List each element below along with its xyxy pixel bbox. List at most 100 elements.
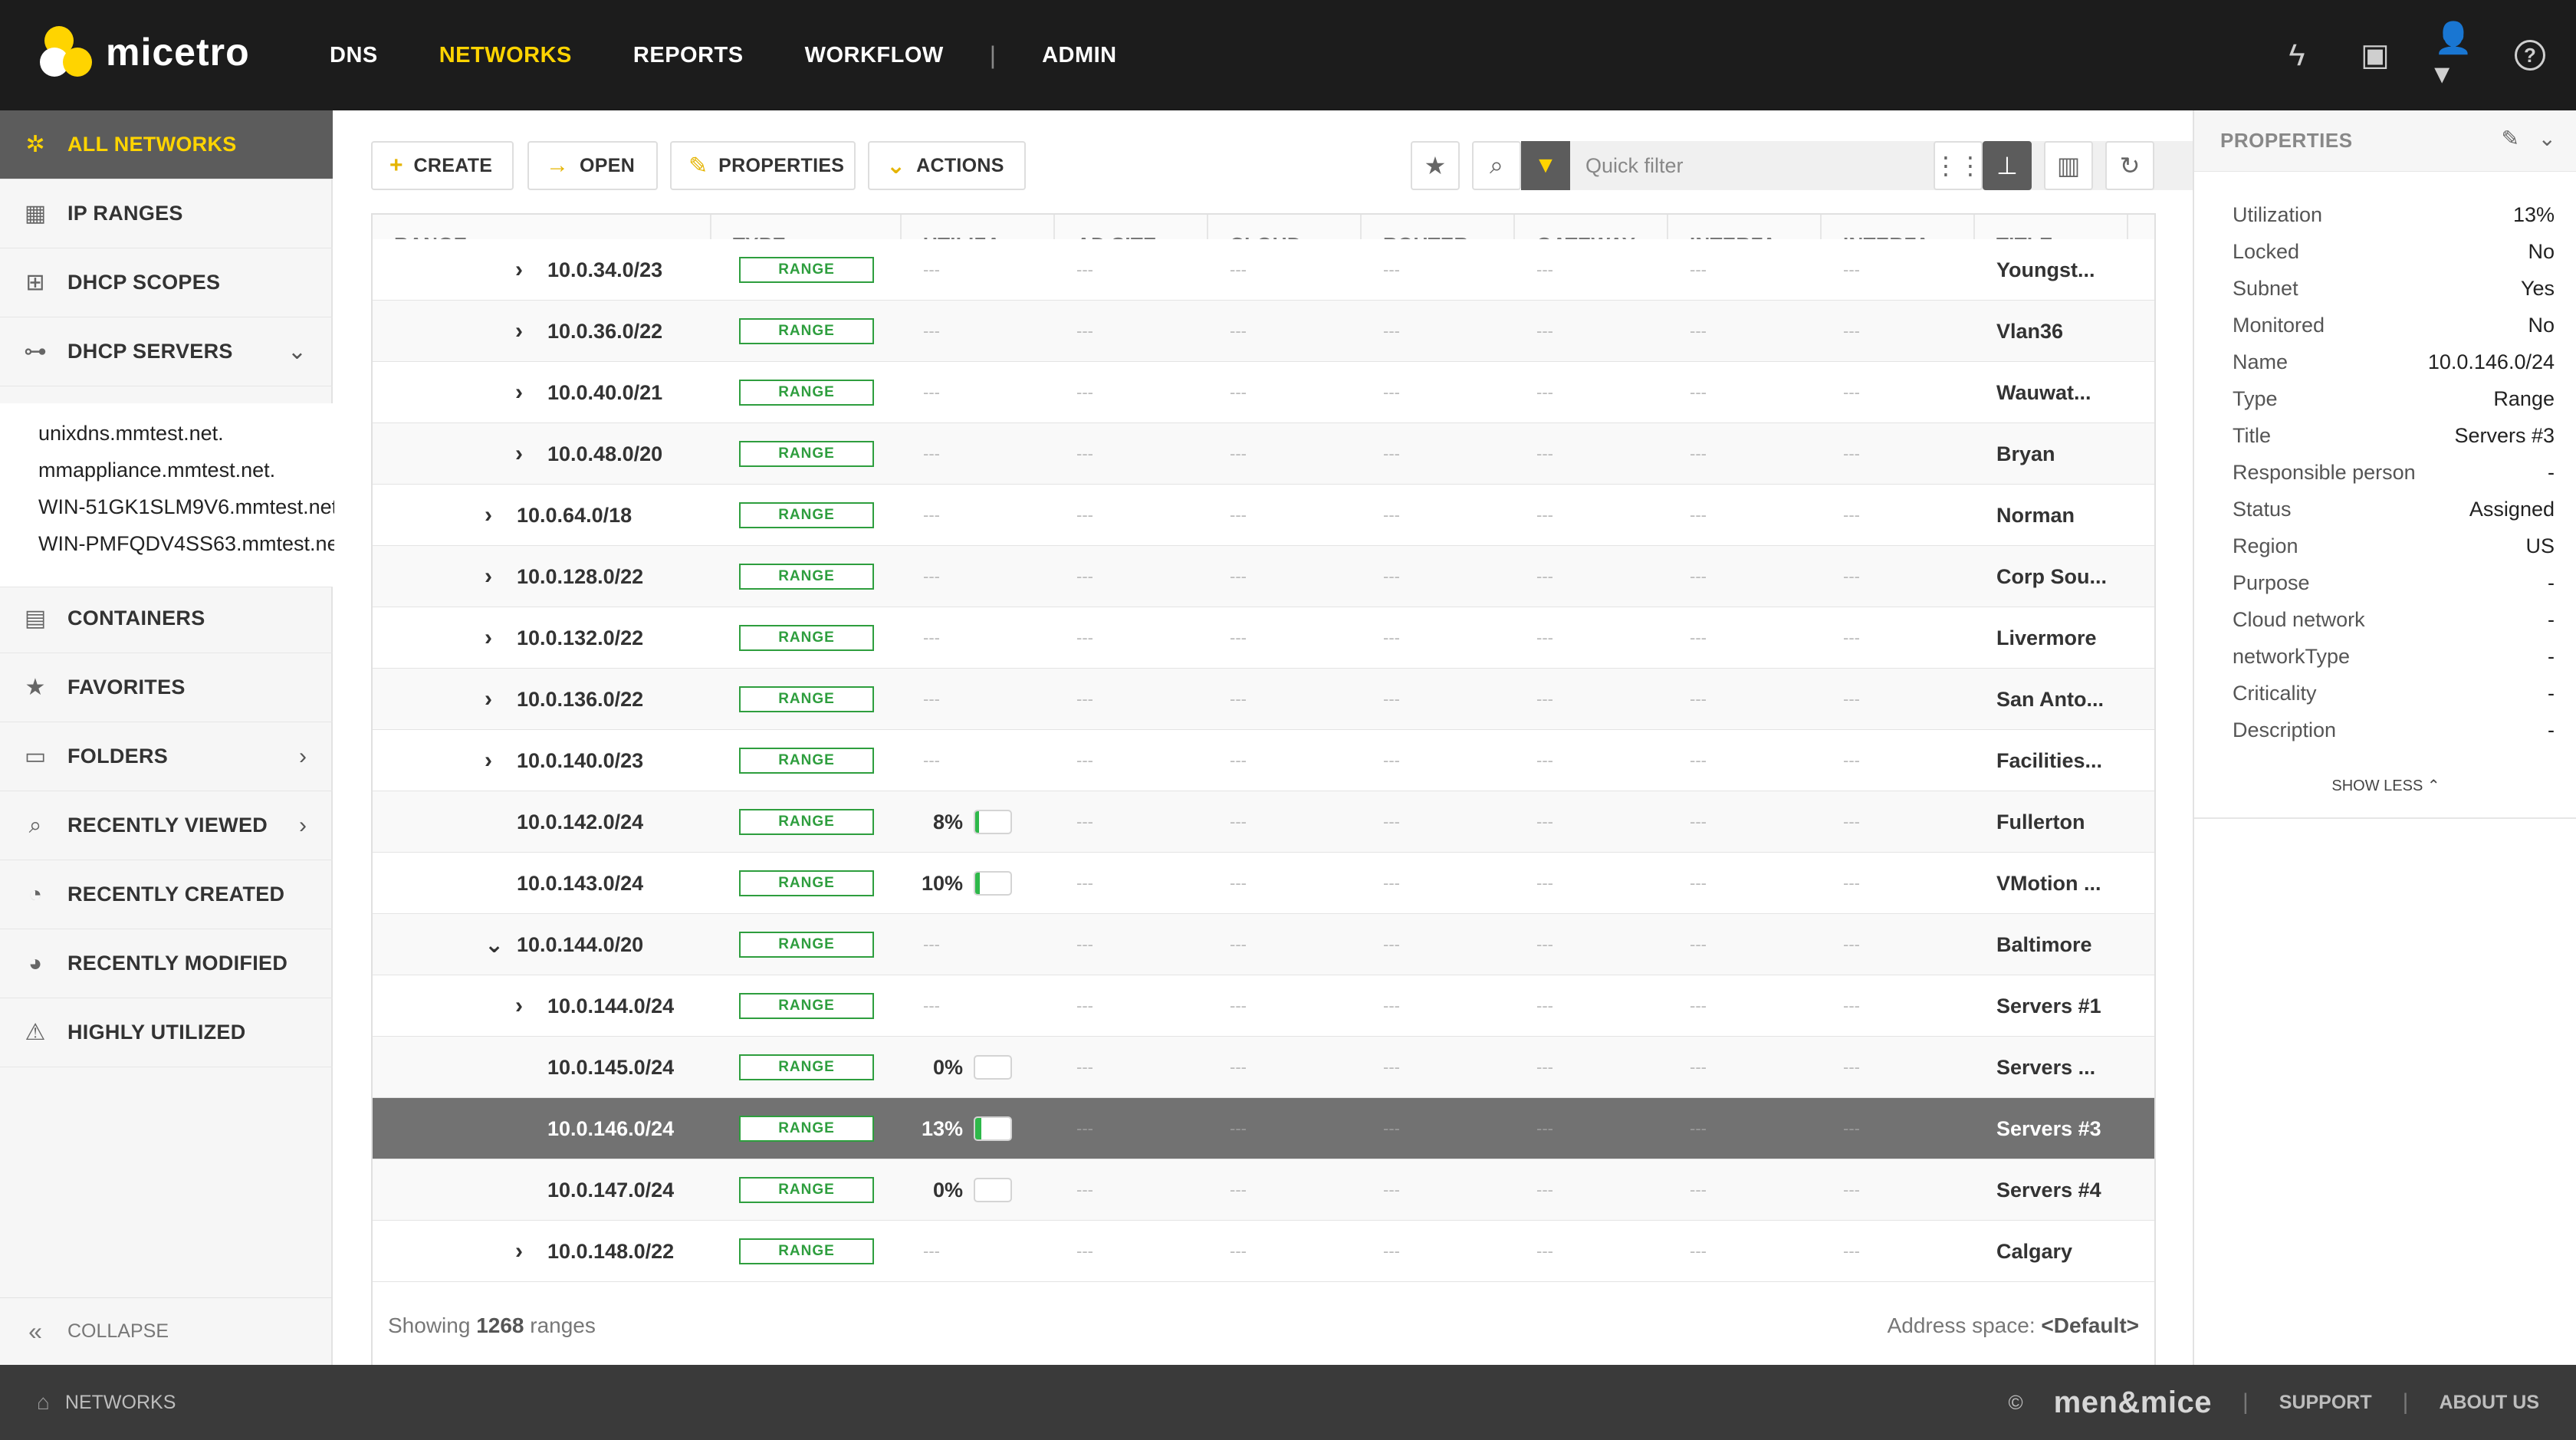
sidebar-item-recently-modified[interactable]: ◕ RECENTLY MODIFIED [0, 929, 333, 998]
nav-reports[interactable]: REPORTS [633, 43, 744, 68]
sidebar-item-all-networks[interactable]: ✲ ALL NETWORKS [0, 110, 333, 179]
nav-networks[interactable]: NETWORKS [439, 43, 572, 68]
chevron-right-icon[interactable]: › [485, 502, 506, 528]
table-row[interactable]: › 10.0.144.0/24 RANGE --- --- --- --- --- --- ---… [373, 975, 2154, 1037]
open-button[interactable]: → OPEN [527, 141, 658, 190]
chevron-right-icon[interactable]: › [515, 257, 537, 283]
chevron-right-icon[interactable]: › [299, 744, 307, 770]
dhcp-server-item[interactable]: WIN-PMFQDV4SS63.mmtest.net [38, 532, 344, 556]
utilization-cell: 0% [911, 1159, 1012, 1221]
property-key: Locked [2233, 239, 2300, 263]
user-icon[interactable]: 👤▾ [2434, 21, 2472, 90]
property-value: Range [2493, 386, 2555, 410]
sidebar-item-recently-viewed[interactable]: ⌕ RECENTLY VIEWED › [0, 791, 333, 860]
table-row[interactable]: › 10.0.64.0/18 RANGE --- --- --- --- --- --- --- N… [373, 485, 2154, 546]
table-row[interactable]: › 10.0.34.0/23 RANGE --- --- --- --- --- --- --- Y… [373, 239, 2154, 301]
property-row: Name 10.0.146.0/24 [2233, 344, 2555, 380]
table-row[interactable]: 10.0.145.0/24 RANGE 0% --- --- --- --- --- --- Se… [373, 1037, 2154, 1098]
table-row[interactable]: › 10.0.40.0/21 RANGE --- --- --- --- --- --- --- W… [373, 362, 2154, 423]
sidebar-item-recently-created[interactable]: ◔ RECENTLY CREATED [0, 860, 333, 929]
empty-cell: --- [1843, 1098, 1860, 1159]
empty-value: --- [1843, 567, 1860, 586]
empty-value: --- [1536, 567, 1553, 586]
breadcrumb-networks[interactable]: NETWORKS [65, 1392, 176, 1414]
sidebar-item-ip-ranges[interactable]: ▦ IP RANGES [0, 179, 333, 248]
table-row[interactable]: › 10.0.136.0/22 RANGE --- --- --- --- --- --- ---… [373, 669, 2154, 730]
empty-cell: --- [1383, 1098, 1400, 1159]
nav-dns[interactable]: DNS [330, 43, 378, 68]
collapse-sidebar-button[interactable]: « COLLAPSE [0, 1297, 333, 1365]
empty-value: --- [1536, 628, 1553, 647]
table-row[interactable]: 10.0.142.0/24 RANGE 8% --- --- --- --- --- --- Fu… [373, 791, 2154, 853]
table-row[interactable]: 10.0.143.0/24 RANGE 10% --- --- --- --- --- --- V… [373, 853, 2154, 914]
chevron-right-icon[interactable]: › [299, 813, 307, 839]
empty-value: --- [923, 567, 940, 586]
edit-pencil-icon[interactable]: ✎ [2502, 126, 2519, 151]
chevron-right-icon[interactable]: › [515, 380, 537, 406]
empty-value: --- [1230, 1057, 1247, 1077]
nav-admin[interactable]: ADMIN [1042, 43, 1117, 68]
sidebar-item-dhcp-scopes[interactable]: ⊞ DHCP SCOPES [0, 248, 333, 317]
chevron-right-icon[interactable]: › [515, 318, 537, 344]
utilization-cell: 13% [911, 1098, 1012, 1159]
table-row[interactable]: › 10.0.36.0/22 RANGE --- --- --- --- --- --- --- V… [373, 301, 2154, 362]
empty-value: --- [1383, 383, 1400, 402]
table-row[interactable]: › 10.0.148.0/22 RANGE --- --- --- --- --- --- ---… [373, 1221, 2154, 1282]
lightning-icon[interactable]: ϟ [2280, 38, 2314, 72]
properties-button[interactable]: ✎ PROPERTIES [670, 141, 856, 190]
favorite-star-button[interactable]: ★ [1411, 141, 1460, 190]
about-us-link[interactable]: ABOUT US [2439, 1392, 2539, 1414]
chevron-right-icon[interactable]: › [485, 564, 506, 590]
chevron-right-icon[interactable]: › [485, 748, 506, 774]
properties-title: PROPERTIES [2220, 129, 2353, 152]
filter-button[interactable]: ▼ [1521, 141, 1570, 190]
chevron-right-icon[interactable]: › [515, 441, 537, 467]
table-row[interactable]: 10.0.146.0/24 RANGE 13% --- --- --- --- --- --- S… [373, 1098, 2154, 1159]
table-row[interactable]: › 10.0.128.0/22 RANGE --- --- --- --- --- --- ---… [373, 546, 2154, 607]
table-row[interactable]: › 10.0.48.0/20 RANGE --- --- --- --- --- --- --- B… [373, 423, 2154, 485]
chevron-down-icon[interactable]: ⌄ [485, 932, 506, 958]
chevron-right-icon[interactable]: › [515, 993, 537, 1019]
grid-view-button[interactable]: ⋮⋮ [1934, 141, 1983, 190]
nav-workflow[interactable]: WORKFLOW [805, 43, 944, 68]
table-row[interactable]: › 10.0.132.0/22 RANGE --- --- --- --- --- --- ---… [373, 607, 2154, 669]
help-icon[interactable]: ? [2515, 40, 2545, 71]
micetro-logo[interactable]: micetro [40, 25, 250, 80]
chevron-down-icon[interactable]: ⌄ [2538, 126, 2556, 151]
support-link[interactable]: SUPPORT [2279, 1392, 2372, 1414]
table-row[interactable]: ⌄ 10.0.144.0/20 RANGE --- --- --- --- --- --- ---… [373, 914, 2154, 975]
empty-cell: --- [1230, 1098, 1247, 1159]
dhcp-server-item[interactable]: unixdns.mmtest.net. [38, 422, 224, 445]
sidebar-item-dhcp-servers[interactable]: ⊶ DHCP SERVERS ⌄ [0, 317, 333, 386]
refresh-button[interactable]: ↻ [2105, 141, 2154, 190]
show-less-button[interactable]: SHOW LESS ⌃ [2194, 776, 2576, 795]
empty-value: --- [1843, 1241, 1860, 1261]
empty-value: --- [1690, 260, 1707, 279]
empty-value: --- [1536, 1057, 1553, 1077]
create-button[interactable]: + CREATE [371, 141, 514, 190]
table-row[interactable]: 10.0.147.0/24 RANGE 0% --- --- --- --- --- --- Se… [373, 1159, 2154, 1221]
sidebar-item-containers[interactable]: ▤ CONTAINERS [0, 584, 333, 653]
home-icon[interactable]: ⌂ [37, 1390, 50, 1415]
sidebar-item-folders[interactable]: ▭ FOLDERS › [0, 722, 333, 791]
chevron-right-icon[interactable]: › [485, 686, 506, 712]
tree-view-button[interactable]: ⊥ [1983, 141, 2032, 190]
chevron-down-icon[interactable]: ⌄ [288, 338, 307, 365]
search-button[interactable]: ⌕ [1472, 141, 1521, 190]
address-space-value[interactable]: <Default> [2041, 1313, 2139, 1337]
app-icon[interactable]: ▣ [2358, 38, 2392, 72]
chevron-right-icon[interactable]: › [485, 625, 506, 651]
sidebar-item-highly-utilized[interactable]: ⚠ HIGHLY UTILIZED [0, 998, 333, 1067]
table-row[interactable]: › 10.0.140.0/23 RANGE --- --- --- --- --- --- ---… [373, 730, 2154, 791]
sidebar-item-favorites[interactable]: ★ FAVORITES [0, 653, 333, 722]
range-type-badge: RANGE [739, 441, 874, 467]
actions-button[interactable]: ⌄ ACTIONS [868, 141, 1026, 190]
chevron-right-icon[interactable]: › [515, 1238, 537, 1264]
dhcp-servers-icon: ⊶ [24, 339, 47, 364]
dhcp-server-item[interactable]: mmappliance.mmtest.net. [38, 459, 275, 482]
range-cell: 10.0.143.0/24 [485, 853, 643, 914]
title-value: Baltimore [1996, 932, 2092, 956]
column-view-button[interactable]: ▥ [2044, 141, 2093, 190]
empty-cell: --- [1076, 791, 1093, 853]
dhcp-server-item[interactable]: WIN-51GK1SLM9V6.mmtest.net [38, 495, 337, 519]
